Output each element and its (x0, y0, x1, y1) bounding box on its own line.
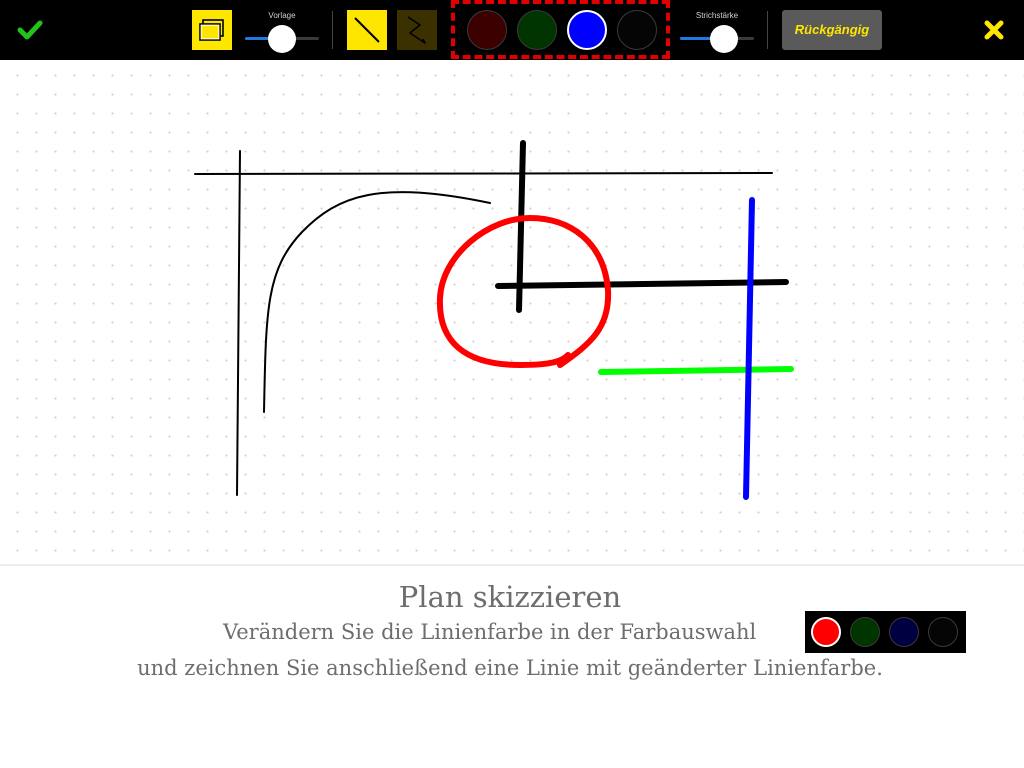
stroke-blue-vertical (743, 197, 755, 500)
palette-swatch-blue (889, 617, 919, 647)
template-opacity-slider[interactable] (245, 25, 319, 53)
straight-line-tool-button[interactable] (347, 10, 387, 50)
stroke-slider-label: Strichstärke (695, 11, 739, 20)
stroke-width-slider[interactable] (680, 25, 754, 53)
freehand-line-icon (407, 16, 426, 44)
stroke-thick-horizontal-black (495, 279, 789, 289)
instructions-line-1: Verändern Sie die Linienfarbe in der Far… (223, 620, 757, 644)
color-swatch-red[interactable] (467, 10, 507, 50)
instructions-line-2: und zeichnen Sie anschließend eine Linie… (137, 656, 883, 680)
stroke-thin-vertical (236, 150, 241, 496)
close-button[interactable] (978, 14, 1010, 46)
freehand-tool-button[interactable] (397, 10, 437, 50)
template-slider-knob[interactable] (268, 25, 296, 53)
straight-line-icon (354, 17, 380, 43)
palette-swatch-green (850, 617, 880, 647)
palette-swatch-black (928, 617, 958, 647)
toolbar-divider (767, 11, 768, 49)
template-toggle-button[interactable] (192, 10, 232, 50)
color-swatch-green[interactable] (517, 10, 557, 50)
undo-button[interactable]: Rückgängig (782, 10, 882, 50)
stroke-red-circle (436, 215, 612, 368)
toolbar: Vorlage Strichstärke Rückgängig (0, 0, 1024, 60)
stroke-slider-knob[interactable] (710, 25, 739, 53)
confirm-button[interactable] (12, 12, 48, 48)
instructions-panel: Plan skizzieren Verändern Sie die Linien… (0, 566, 1024, 768)
stroke-thin-horizontal (194, 172, 773, 175)
stroke-green-horizontal (598, 366, 794, 375)
instructions-title: Plan skizzieren (398, 580, 622, 614)
checkmark-icon (17, 20, 43, 40)
undo-label: Rückgängig (794, 22, 870, 37)
layers-icon (199, 19, 224, 41)
palette-swatch-red (811, 617, 841, 647)
stroke-thin-curve (263, 191, 491, 413)
close-icon (984, 20, 1004, 40)
drawing-canvas[interactable] (0, 60, 1024, 564)
toolbar-divider (332, 11, 333, 49)
color-swatch-blue[interactable] (567, 10, 607, 50)
template-slider-label: Vorlage (268, 11, 296, 20)
color-swatch-black[interactable] (617, 10, 657, 50)
palette-preview (805, 611, 966, 653)
